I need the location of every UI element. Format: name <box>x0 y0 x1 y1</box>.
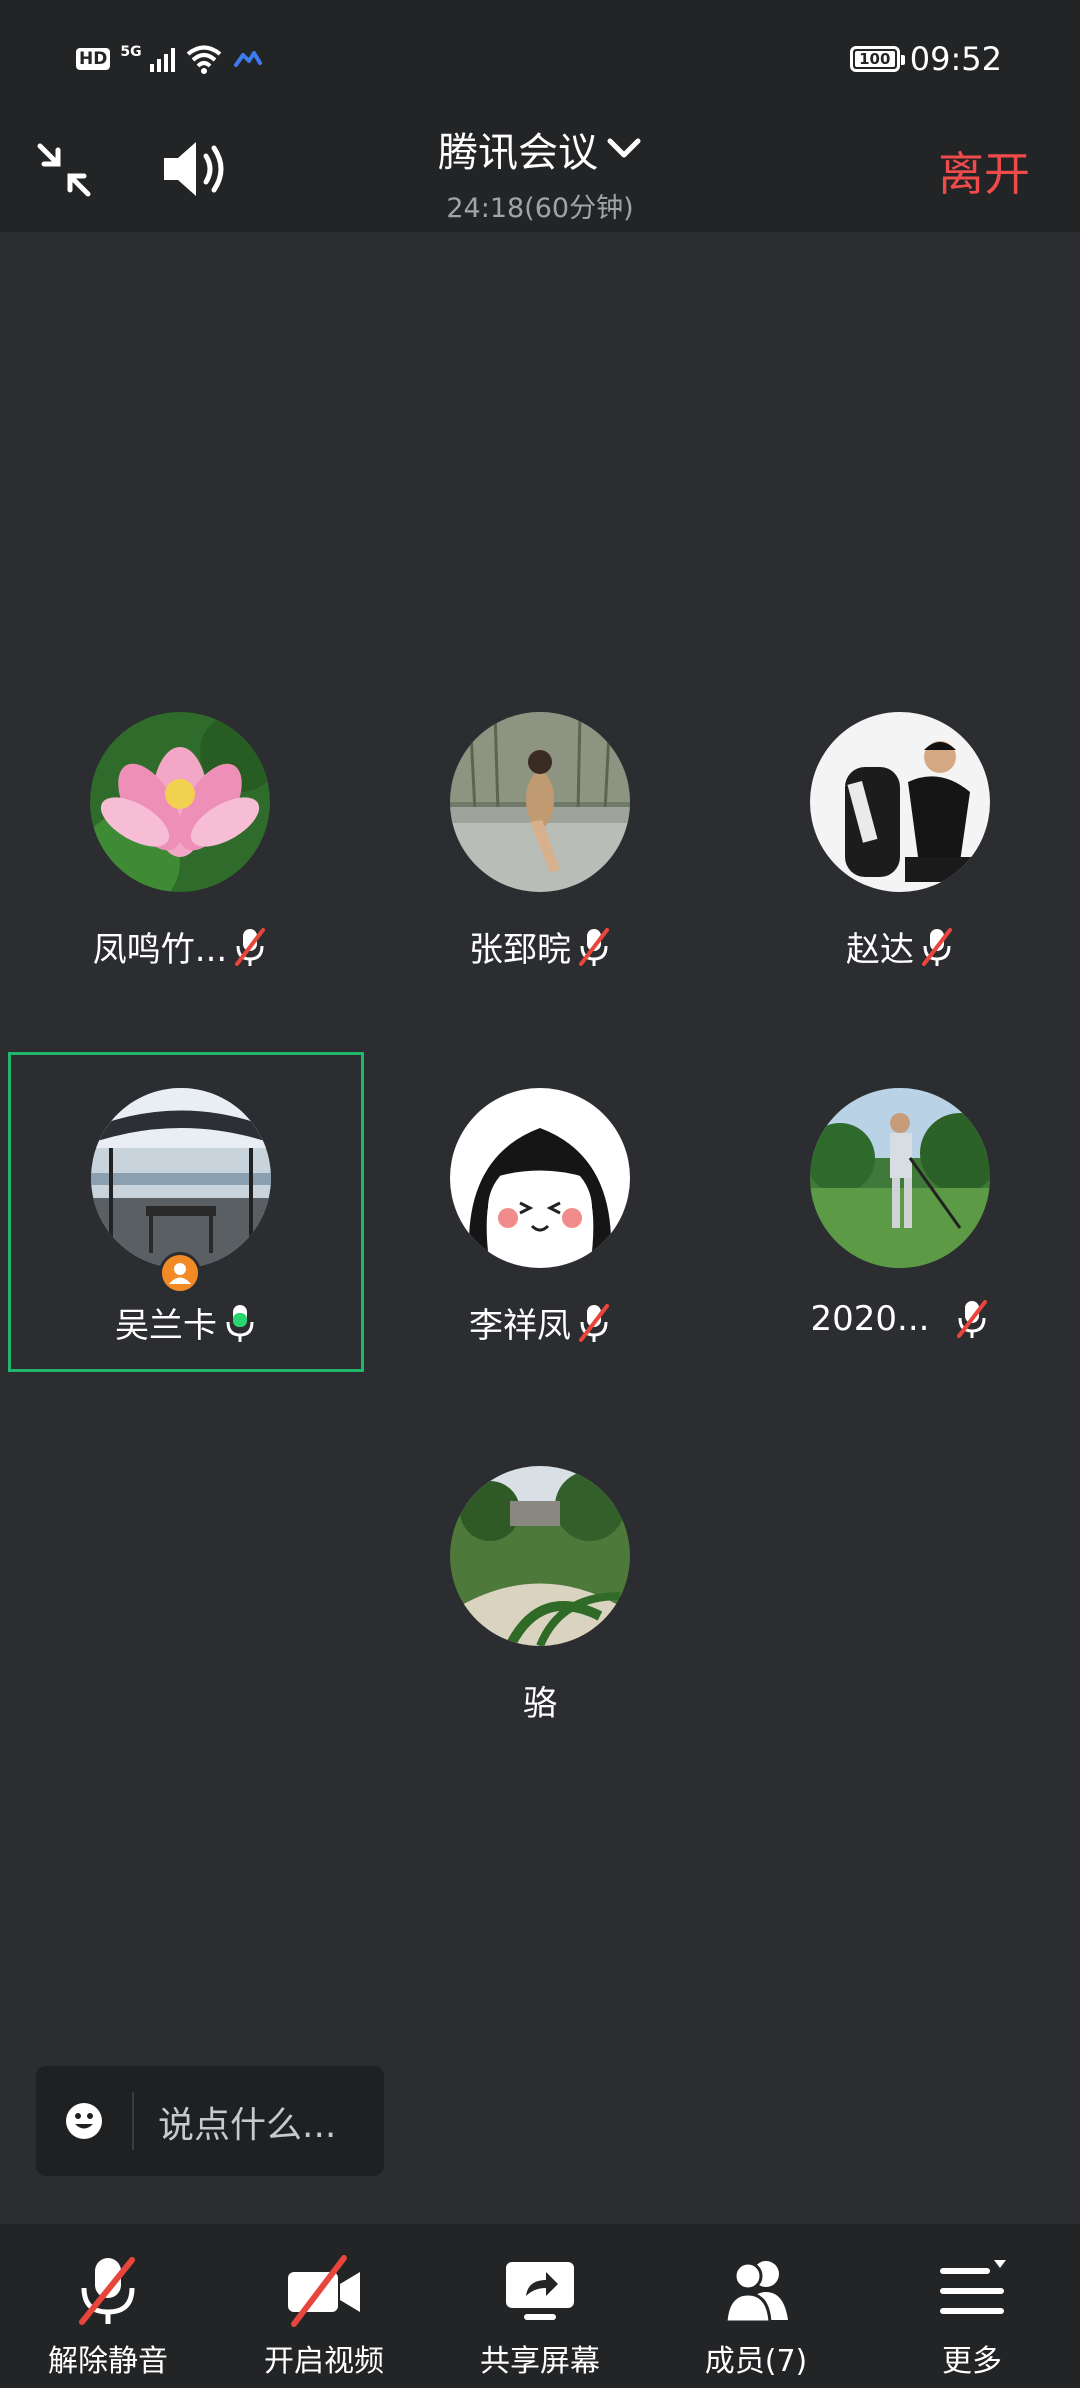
avatar <box>450 1088 630 1268</box>
mic-muted-icon <box>579 1303 609 1342</box>
avatar <box>810 712 990 892</box>
meeting-title[interactable]: 腾讯会议 <box>438 120 598 178</box>
members-button[interactable]: 成员(7) <box>648 2224 864 2388</box>
status-icons-right: 100 09:52 <box>849 40 1002 78</box>
participant-tile-active[interactable]: 吴兰卡 <box>8 1052 364 1372</box>
hd-icon: HD <box>76 48 111 70</box>
participant-name: 2020... <box>810 1299 930 1339</box>
participant-tile[interactable]: 2020... <box>722 1052 1078 1372</box>
participant-tile[interactable]: 骆 <box>362 1430 718 1750</box>
status-icons-left: HD 5G <box>76 44 263 74</box>
avatar <box>450 712 630 892</box>
status-bar: HD 5G 100 09:52 <box>0 0 1080 110</box>
participant-name: 骆 <box>523 1684 557 1724</box>
participant-name: 凤鸣竹... <box>92 930 228 970</box>
share-screen-button[interactable]: 共享屏幕 <box>432 2224 648 2388</box>
participant-name: 吴兰卡 <box>115 1306 217 1346</box>
mic-muted-icon <box>922 927 952 966</box>
avatar <box>810 1088 990 1268</box>
clock: 09:52 <box>909 40 1002 78</box>
avatar <box>91 1088 271 1268</box>
meeting-header: 腾讯会议 24:18(60分钟) 离开 <box>0 110 1080 232</box>
members-label: 成员(7) <box>704 2344 808 2379</box>
avatar <box>90 712 270 892</box>
unmute-label: 解除静音 <box>48 2344 168 2379</box>
participant-name: 李祥凤 <box>469 1306 571 1346</box>
members-icon <box>724 2261 788 2324</box>
video-off-icon <box>288 2255 360 2327</box>
more-button[interactable]: 更多 <box>864 2224 1080 2388</box>
share-label: 共享屏幕 <box>480 2344 600 2379</box>
unmute-button[interactable]: 解除静音 <box>0 2224 216 2388</box>
divider <box>132 2092 134 2150</box>
share-screen-icon <box>506 2262 574 2320</box>
battery-icon: 100 <box>849 46 905 72</box>
meeting-title-block[interactable]: 腾讯会议 24:18(60分钟) <box>0 120 1080 225</box>
signal-icon <box>149 46 175 72</box>
more-menu-icon <box>940 2260 1006 2314</box>
more-label: 更多 <box>942 2344 1002 2379</box>
network-type: 5G <box>120 44 142 60</box>
wifi-icon <box>186 45 221 74</box>
participant-tile[interactable]: 凤鸣竹... <box>2 676 358 996</box>
participant-name: 赵达 <box>846 930 914 970</box>
emoji-icon[interactable] <box>64 2101 104 2141</box>
host-badge-icon <box>159 1252 201 1294</box>
meeting-toolbar: 解除静音 开启视频 共享屏幕 成员(7) 更多 <box>0 2224 1080 2388</box>
mic-muted-icon <box>235 927 266 966</box>
chat-input[interactable]: 说点什么... <box>36 2066 384 2176</box>
leave-button[interactable]: 离开 <box>938 138 1030 204</box>
participant-tile[interactable]: 李祥凤 <box>362 1052 718 1372</box>
meeting-duration: 24:18(60分钟) <box>446 193 634 224</box>
mic-muted-icon <box>579 927 609 966</box>
battery-level: 100 <box>854 51 895 68</box>
chat-placeholder[interactable]: 说点什么... <box>158 2096 336 2148</box>
start-video-button[interactable]: 开启视频 <box>216 2224 432 2388</box>
cloud-icon <box>233 51 262 67</box>
participant-tile[interactable]: 赵达 <box>722 676 1078 996</box>
chevron-down-icon[interactable] <box>606 137 642 161</box>
avatar <box>450 1466 630 1646</box>
mic-speaking-icon <box>226 1304 254 1342</box>
video-label: 开启视频 <box>264 2344 384 2379</box>
mic-muted-icon <box>79 2257 135 2325</box>
participant-name: 张郅晥 <box>469 930 571 970</box>
participant-tile[interactable]: 张郅晥 <box>362 676 718 996</box>
mic-muted-icon <box>957 1300 988 1338</box>
